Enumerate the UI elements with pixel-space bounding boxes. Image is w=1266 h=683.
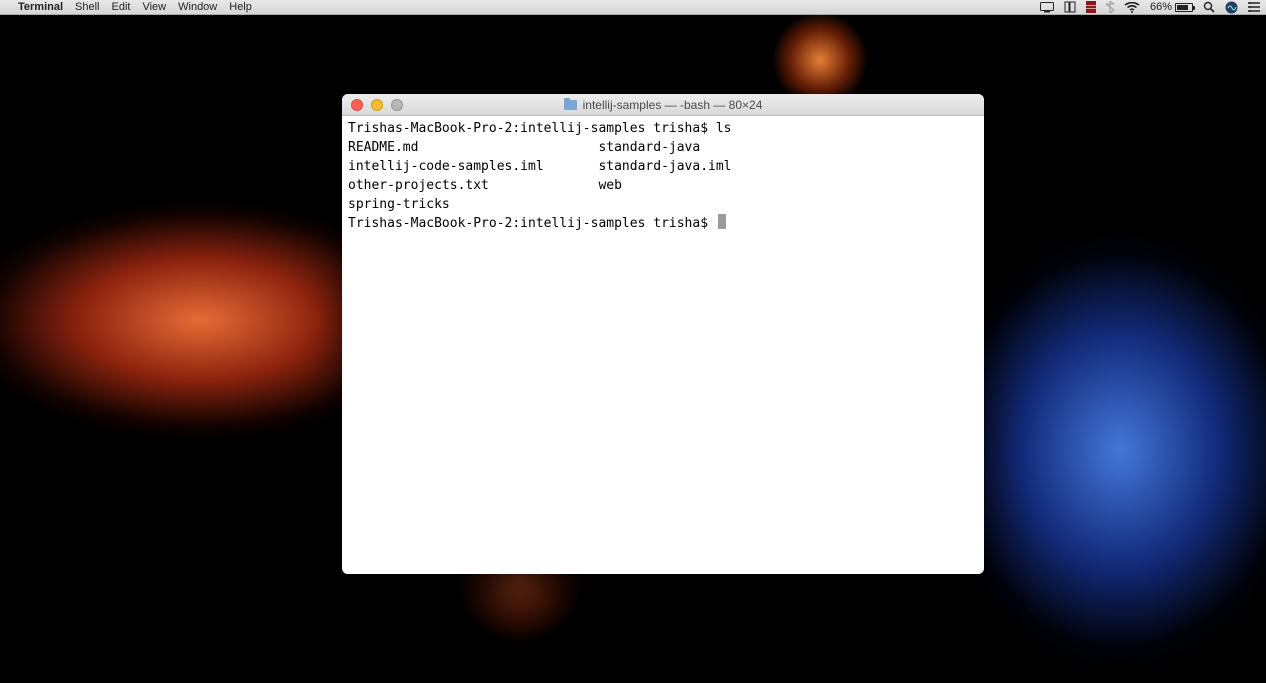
bluetooth-icon[interactable] xyxy=(1106,1,1114,13)
menu-edit[interactable]: Edit xyxy=(112,1,131,13)
menubar: Terminal Shell Edit View Window Help xyxy=(0,0,1266,15)
battery-status[interactable]: 66% xyxy=(1150,1,1193,13)
display-icon[interactable] xyxy=(1040,2,1054,13)
ls-col-2: standard-java standard-java.iml web xyxy=(598,138,731,214)
minimize-button[interactable] xyxy=(371,99,383,111)
folder-icon xyxy=(564,100,577,110)
menu-help[interactable]: Help xyxy=(229,1,252,13)
status-red-icon[interactable] xyxy=(1086,1,1096,13)
app-menu[interactable]: Terminal xyxy=(18,1,63,13)
terminal-window[interactable]: intellij-samples — -bash — 80×24 Trishas… xyxy=(342,94,984,574)
wifi-icon[interactable] xyxy=(1124,2,1140,13)
close-button[interactable] xyxy=(351,99,363,111)
ls-output: README.md intellij-code-samples.iml othe… xyxy=(348,138,978,214)
zoom-button[interactable] xyxy=(391,99,403,111)
menu-window[interactable]: Window xyxy=(178,1,217,13)
desktop: Terminal Shell Edit View Window Help xyxy=(0,0,1266,683)
books-icon[interactable] xyxy=(1064,1,1076,13)
cursor xyxy=(718,214,726,229)
terminal-content[interactable]: Trishas-MacBook-Pro-2:intellij-samples t… xyxy=(342,116,984,574)
prompt-1: Trishas-MacBook-Pro-2:intellij-samples t… xyxy=(348,121,716,136)
siri-icon[interactable] xyxy=(1225,1,1238,14)
menu-shell[interactable]: Shell xyxy=(75,1,99,13)
prompt-line-1: Trishas-MacBook-Pro-2:intellij-samples t… xyxy=(348,121,732,136)
command-1: ls xyxy=(716,121,732,136)
prompt-2: Trishas-MacBook-Pro-2:intellij-samples t… xyxy=(348,216,716,231)
spotlight-icon[interactable] xyxy=(1203,1,1215,13)
prompt-line-2: Trishas-MacBook-Pro-2:intellij-samples t… xyxy=(348,216,726,231)
notification-center-icon[interactable] xyxy=(1248,2,1260,13)
menu-view[interactable]: View xyxy=(142,1,166,13)
battery-icon xyxy=(1175,3,1193,12)
window-title: intellij-samples — -bash — 80×24 xyxy=(583,98,763,112)
battery-percent-label: 66% xyxy=(1150,1,1172,13)
ls-col-1: README.md intellij-code-samples.iml othe… xyxy=(348,138,598,214)
titlebar[interactable]: intellij-samples — -bash — 80×24 xyxy=(342,94,984,116)
